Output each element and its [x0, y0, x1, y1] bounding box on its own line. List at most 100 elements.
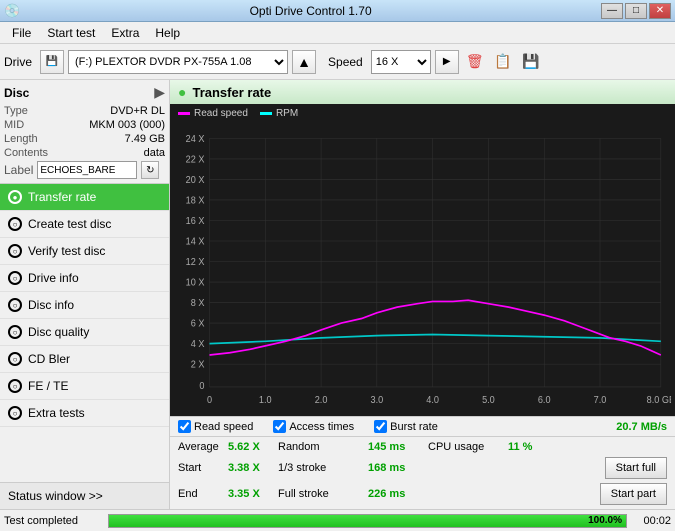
- full-stroke-label: Full stroke: [278, 488, 368, 500]
- nav-label-disc-info: Disc info: [28, 298, 74, 312]
- end-value: 3.35 X: [228, 488, 278, 500]
- nav-item-drive-info[interactable]: ○ Drive info: [0, 265, 169, 292]
- status-window-label: Status window >>: [8, 489, 103, 503]
- burst-rate-value: 20.7 MB/s: [616, 421, 667, 433]
- access-times-checkbox[interactable]: [273, 420, 286, 433]
- stats-row-3: End 3.35 X Full stroke 226 ms Start part: [178, 481, 667, 507]
- read-speed-checkbox[interactable]: [178, 420, 191, 433]
- nav-label-extra-tests: Extra tests: [28, 406, 85, 420]
- disc-arrow-icon[interactable]: ▶: [154, 84, 165, 101]
- minimize-button[interactable]: —: [601, 3, 623, 19]
- disc-contents-value: data: [144, 147, 165, 159]
- disc-section: Disc ▶ Type DVD+R DL MID MKM 003 (000) L…: [0, 80, 169, 184]
- svg-text:8 X: 8 X: [191, 298, 205, 310]
- copy-button[interactable]: 📋: [491, 50, 515, 74]
- maximize-button[interactable]: □: [625, 3, 647, 19]
- stats-row-2: Start 3.38 X 1/3 stroke 168 ms Start ful…: [178, 455, 667, 481]
- access-times-checkbox-label: Access times: [289, 421, 354, 433]
- save-button[interactable]: 💾: [519, 50, 543, 74]
- stroke13-value: 168 ms: [368, 462, 428, 474]
- burst-rate-checkbox[interactable]: [374, 420, 387, 433]
- start-part-button[interactable]: Start part: [600, 483, 667, 505]
- chart-title: Transfer rate: [192, 85, 271, 100]
- drive-info-icon: ○: [8, 271, 22, 285]
- status-window-button[interactable]: Status window >>: [0, 482, 169, 509]
- nav-item-transfer-rate[interactable]: ● Transfer rate: [0, 184, 169, 211]
- random-label: Random: [278, 441, 368, 453]
- disc-mid-label: MID: [4, 119, 24, 131]
- start-label: Start: [178, 462, 228, 474]
- svg-text:12 X: 12 X: [186, 256, 205, 268]
- stats-row-1: Average 5.62 X Random 145 ms CPU usage 1…: [178, 439, 667, 455]
- full-stroke-value: 226 ms: [368, 488, 428, 500]
- disc-section-title: Disc: [4, 86, 29, 100]
- legend-read-speed: Read speed: [178, 108, 248, 119]
- stats-section: Average 5.62 X Random 145 ms CPU usage 1…: [170, 436, 675, 509]
- main-content: Disc ▶ Type DVD+R DL MID MKM 003 (000) L…: [0, 80, 675, 509]
- chart-area: 24 X 22 X 20 X 18 X 16 X 14 X 12 X 10 X …: [170, 123, 675, 416]
- drive-icon-btn[interactable]: 💾: [40, 50, 64, 74]
- extra-tests-icon: ○: [8, 406, 22, 420]
- burst-rate-checkbox-label: Burst rate: [390, 421, 438, 433]
- chart-title-icon: ●: [178, 84, 186, 100]
- nav-item-cd-bler[interactable]: ○ CD Bler: [0, 346, 169, 373]
- svg-text:0: 0: [199, 381, 205, 393]
- chart-svg: 24 X 22 X 20 X 18 X 16 X 14 X 12 X 10 X …: [174, 127, 671, 412]
- nav-label-fe-te: FE / TE: [28, 379, 68, 393]
- nav-item-disc-quality[interactable]: ○ Disc quality: [0, 319, 169, 346]
- nav-item-extra-tests[interactable]: ○ Extra tests: [0, 400, 169, 427]
- nav-item-fe-te[interactable]: ○ FE / TE: [0, 373, 169, 400]
- nav-menu: ● Transfer rate ○ Create test disc ○ Ver…: [0, 184, 169, 482]
- go-button[interactable]: ▶: [435, 50, 459, 74]
- nav-item-create-test-disc[interactable]: ○ Create test disc: [0, 211, 169, 238]
- progress-fill: [109, 515, 626, 527]
- nav-item-disc-info[interactable]: ○ Disc info: [0, 292, 169, 319]
- time-remaining: 00:02: [631, 515, 671, 527]
- drive-select[interactable]: (F:) PLEXTOR DVDR PX-755A 1.08: [68, 50, 288, 74]
- read-speed-checkbox-item: Read speed: [178, 420, 253, 433]
- legend-rpm-label: RPM: [276, 108, 298, 119]
- title-icon: 💿: [4, 3, 20, 19]
- window-controls: — □ ✕: [601, 3, 671, 19]
- refresh-label-button[interactable]: ↻: [141, 161, 159, 179]
- speed-select[interactable]: 16 X 8 X 4 X Max: [371, 50, 431, 74]
- svg-text:4 X: 4 X: [191, 339, 205, 351]
- svg-text:18 X: 18 X: [186, 195, 205, 207]
- disc-type-label: Type: [4, 105, 28, 117]
- svg-text:14 X: 14 X: [186, 236, 205, 248]
- disc-length-label: Length: [4, 133, 38, 145]
- svg-text:2 X: 2 X: [191, 359, 205, 371]
- fe-te-icon: ○: [8, 379, 22, 393]
- disc-label-input[interactable]: [37, 161, 137, 179]
- rpm-color: [260, 112, 272, 115]
- nav-label-cd-bler: CD Bler: [28, 352, 70, 366]
- nav-item-verify-test-disc[interactable]: ○ Verify test disc: [0, 238, 169, 265]
- cpu-usage-value: 11 %: [508, 441, 548, 453]
- cd-bler-icon: ○: [8, 352, 22, 366]
- disc-type-value: DVD+R DL: [110, 105, 165, 117]
- svg-text:7.0: 7.0: [594, 394, 607, 406]
- menu-help[interactable]: Help: [147, 24, 188, 42]
- checkbox-row: Read speed Access times Burst rate 20.7 …: [170, 416, 675, 436]
- menu-bar: File Start test Extra Help: [0, 22, 675, 44]
- progress-text: 100.0%: [588, 515, 622, 527]
- close-button[interactable]: ✕: [649, 3, 671, 19]
- disc-label-row: Label ↻: [4, 161, 165, 179]
- disc-header: Disc ▶: [4, 84, 165, 101]
- transfer-rate-icon: ●: [8, 190, 22, 204]
- app-title: Opti Drive Control 1.70: [20, 4, 601, 18]
- menu-file[interactable]: File: [4, 24, 39, 42]
- chart-legend: Read speed RPM: [170, 104, 675, 123]
- erase-button[interactable]: 🗑: [463, 50, 487, 74]
- svg-text:22 X: 22 X: [186, 154, 205, 166]
- menu-extra[interactable]: Extra: [103, 24, 147, 42]
- access-times-checkbox-item: Access times: [273, 420, 354, 433]
- start-full-button[interactable]: Start full: [605, 457, 667, 479]
- svg-text:16 X: 16 X: [186, 215, 205, 227]
- eject-button[interactable]: ▲: [292, 50, 316, 74]
- disc-mid-row: MID MKM 003 (000): [4, 119, 165, 131]
- disc-length-row: Length 7.49 GB: [4, 133, 165, 145]
- menu-start-test[interactable]: Start test: [39, 24, 103, 42]
- svg-text:3.0: 3.0: [371, 394, 384, 406]
- svg-text:6 X: 6 X: [191, 318, 205, 330]
